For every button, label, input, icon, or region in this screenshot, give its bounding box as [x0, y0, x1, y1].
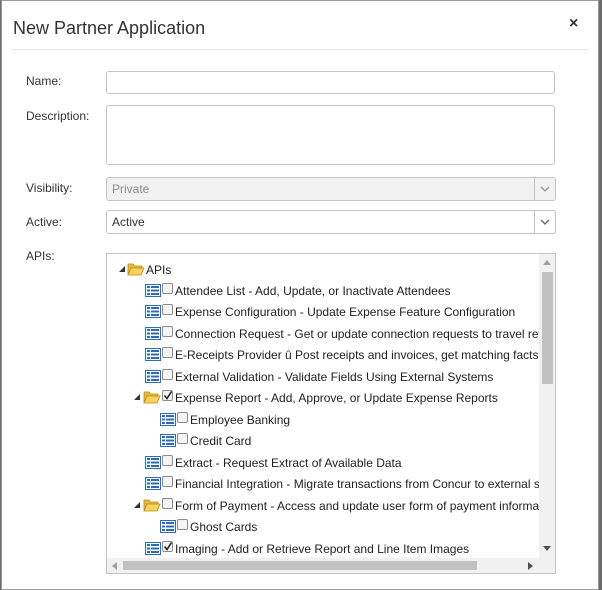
open-folder-icon [143, 499, 161, 512]
api-node-icon [145, 370, 161, 383]
tree-root-label: APIs [146, 263, 172, 277]
api-node-icon [145, 348, 161, 361]
visibility-label: Visibility: [26, 181, 73, 195]
tree-item-label: Financial Integration - Migrate transact… [175, 477, 556, 491]
checkbox[interactable] [177, 433, 188, 444]
api-node-icon [145, 305, 161, 318]
tree-item-label: Attendee List - Add, Update, or Inactiva… [175, 284, 451, 298]
api-node-icon [145, 327, 161, 340]
chevron-down-icon [534, 178, 555, 200]
expanded-triangle-icon[interactable] [134, 502, 140, 508]
checkbox[interactable] [162, 283, 173, 294]
checkbox[interactable] [162, 304, 173, 315]
tree-item-label: External Validation - Validate Fields Us… [175, 370, 494, 384]
checkmark-icon [163, 391, 173, 400]
apis-tree[interactable]: APIs Attendee List - Add, Update, or Ina… [106, 253, 556, 574]
chevron-down-icon [534, 211, 555, 233]
tree-item-label: Extract - Request Extract of Available D… [175, 456, 402, 470]
dialog-title: New Partner Application [13, 18, 206, 38]
tree-item-label: Ghost Cards [190, 520, 258, 534]
expanded-triangle-icon[interactable] [119, 266, 125, 272]
api-node-icon [160, 434, 176, 447]
tree-item-label: Employee Banking [190, 413, 291, 427]
tree-item-label: Credit Card [190, 434, 252, 448]
expanded-triangle-icon[interactable] [134, 394, 140, 400]
name-label: Name: [26, 74, 62, 88]
horizontal-scroll-thumb[interactable] [123, 561, 477, 570]
tree-item-label: E-Receipts Provider û Post receipts and … [175, 348, 539, 362]
scroll-down-arrow-icon[interactable] [543, 546, 551, 551]
checkbox-checked[interactable] [162, 390, 173, 401]
apis-label: APIs: [26, 249, 55, 263]
tree-item-label: Form of Payment - Access and update user… [175, 499, 556, 513]
new-partner-application-dialog: New Partner Application × Name: Descript… [1, 0, 599, 590]
api-node-icon [160, 413, 176, 426]
checkbox[interactable] [162, 455, 173, 466]
scroll-left-arrow-icon[interactable] [112, 562, 117, 570]
tree-item-label: Expense Report - Add, Approve, or Update… [175, 391, 498, 405]
checkbox[interactable] [162, 347, 173, 358]
checkbox-checked[interactable] [162, 541, 173, 552]
horizontal-scrollbar[interactable] [107, 558, 555, 573]
checkbox[interactable] [177, 412, 188, 423]
checkbox[interactable] [162, 498, 173, 509]
open-folder-icon [127, 263, 145, 276]
api-node-icon [145, 456, 161, 469]
tree-item-label: Expense Configuration - Update Expense F… [175, 305, 516, 319]
api-node-icon [145, 542, 161, 555]
checkbox[interactable] [162, 326, 173, 337]
vertical-scroll-thumb[interactable] [542, 272, 553, 384]
tree-item-label: Imaging - Add or Retrieve Report and Lin… [175, 542, 470, 556]
checkbox[interactable] [162, 476, 173, 487]
active-label: Active: [26, 215, 63, 229]
close-button[interactable]: × [569, 15, 578, 33]
description-label: Description: [26, 109, 90, 123]
api-node-icon [145, 477, 161, 490]
visibility-value: Private [112, 182, 150, 196]
tree-item-label: Connection Request - Get or update conne… [175, 327, 556, 341]
active-select[interactable]: Active [106, 210, 556, 234]
active-value: Active [112, 215, 145, 229]
vertical-scrollbar[interactable] [539, 254, 555, 559]
api-node-icon [145, 284, 161, 297]
description-textarea[interactable] [106, 105, 555, 165]
header-divider [12, 49, 588, 50]
checkbox[interactable] [177, 519, 188, 530]
open-folder-icon [143, 391, 161, 404]
name-input[interactable] [106, 71, 555, 94]
scroll-up-arrow-icon[interactable] [543, 260, 551, 265]
visibility-select: Private [106, 177, 556, 201]
checkmark-icon [163, 542, 173, 551]
checkbox[interactable] [162, 369, 173, 380]
scroll-right-arrow-icon[interactable] [528, 562, 533, 570]
api-node-icon [160, 520, 176, 533]
